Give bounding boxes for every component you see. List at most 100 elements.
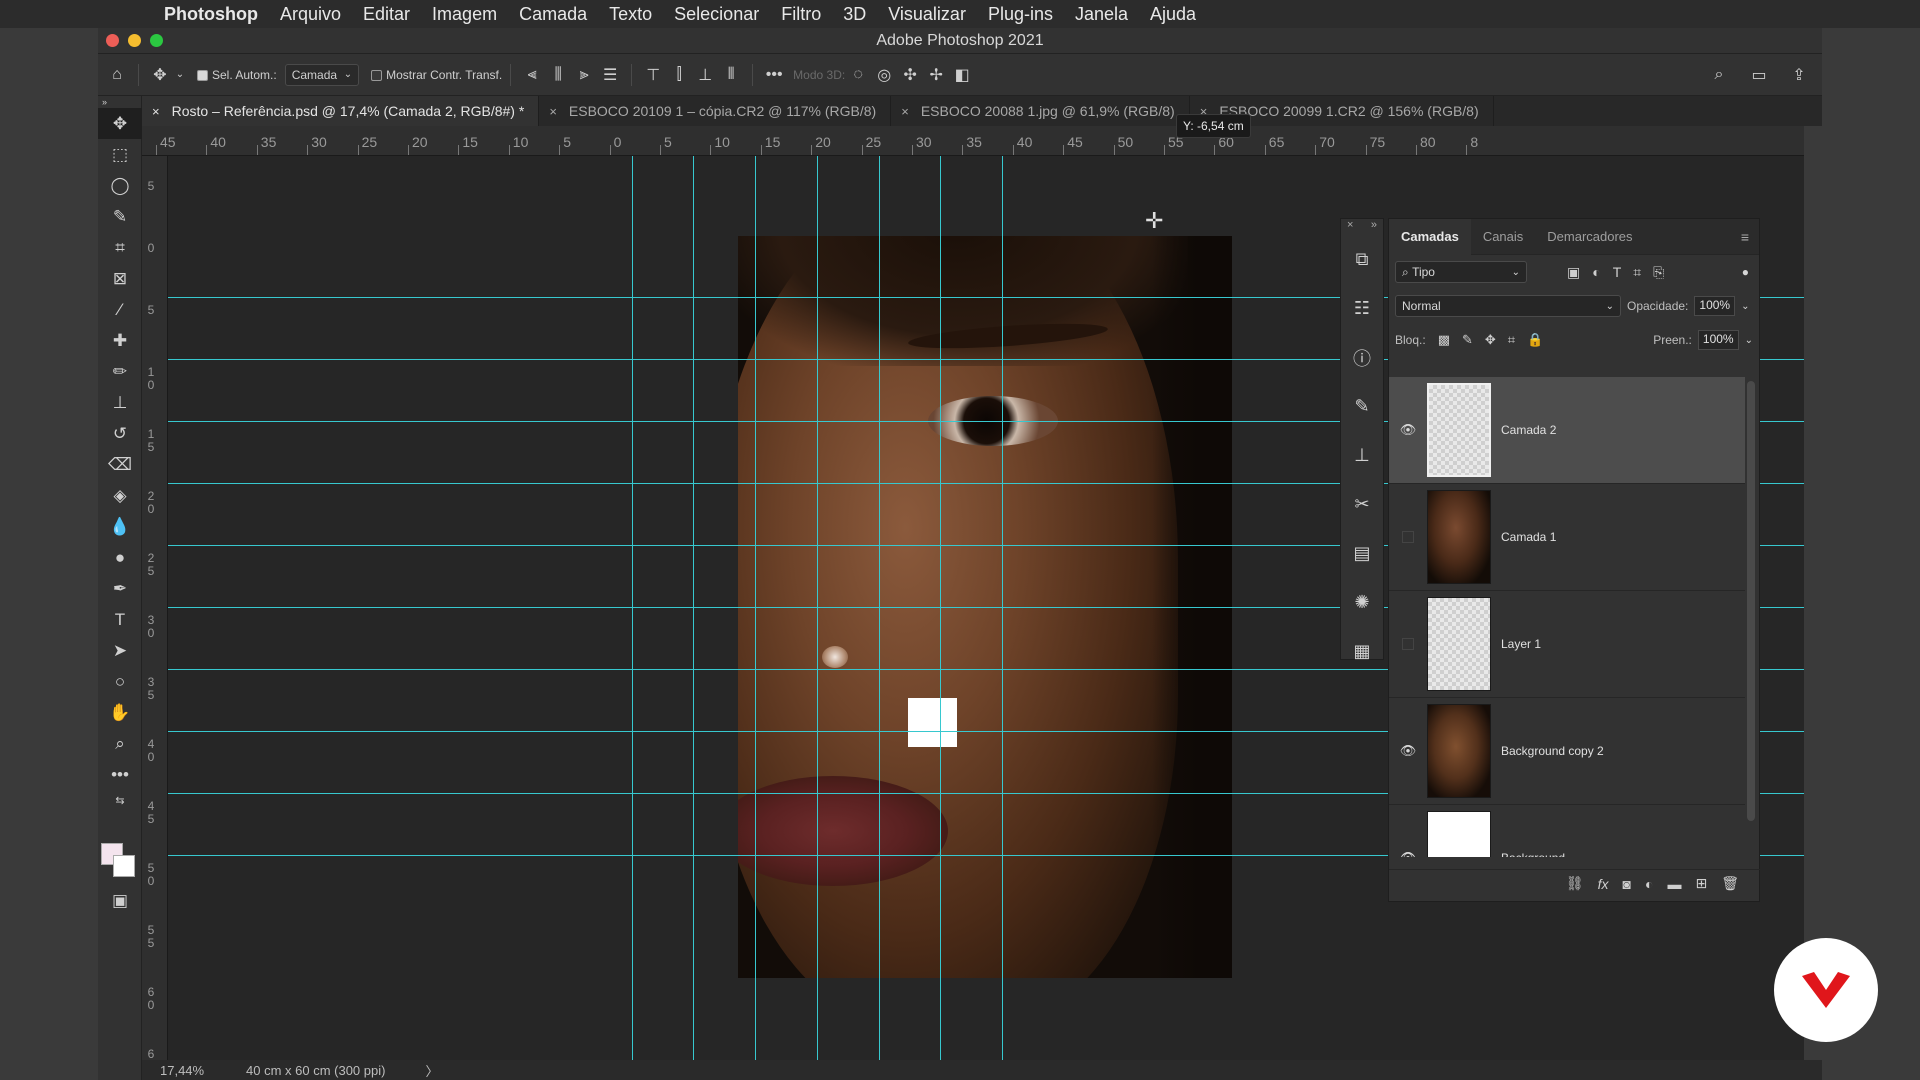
new-group-icon[interactable]: ▬	[1667, 876, 1681, 892]
opacity-input[interactable]: 100%	[1694, 296, 1736, 316]
align-bottom-icon[interactable]: ⊥	[692, 62, 718, 88]
tab-canais[interactable]: Canais	[1471, 219, 1535, 255]
menu-camada[interactable]: Camada	[519, 4, 587, 25]
more-options-icon[interactable]: •••	[761, 62, 787, 88]
auto-select-checkbox[interactable]	[197, 69, 208, 81]
filter-kind-select[interactable]: ⌕ Tipo ⌄	[1395, 261, 1527, 283]
layer-name[interactable]: Camada 1	[1501, 530, 1556, 544]
layer-name[interactable]: Camada 2	[1501, 423, 1556, 437]
horizontal-ruler[interactable]: 45 40 35 30 25 20 15 10 5 0 5 10 15 20 25 30 35 40 45 50 55 6…	[142, 126, 1804, 156]
tool-presets-icon[interactable]: ✂	[1341, 480, 1383, 529]
menu-visualizar[interactable]: Visualizar	[888, 4, 966, 25]
layer-row[interactable]: Layer 1	[1389, 591, 1745, 698]
tab-demarcadores[interactable]: Demarcadores	[1535, 219, 1644, 255]
move-tool-icon[interactable]: ✥	[98, 108, 142, 139]
layer-thumbnail[interactable]	[1427, 811, 1491, 857]
layer-row[interactable]: 👁 Camada 2	[1389, 377, 1745, 484]
screen-mode-icon[interactable]: ▣	[98, 885, 142, 916]
layer-name[interactable]: Layer 1	[1501, 637, 1541, 651]
tab-camadas[interactable]: Camadas	[1389, 218, 1471, 255]
edit-toolbar-icon[interactable]: •••	[98, 759, 142, 790]
search-icon[interactable]: ⌕	[1706, 62, 1732, 88]
show-transform-wrap[interactable]: Mostrar Contr. Transf.	[371, 68, 502, 82]
chevron-down-icon[interactable]: ⌄	[173, 62, 187, 88]
visibility-toggle[interactable]	[1389, 531, 1427, 543]
history-brush-tool-icon[interactable]: ↺	[98, 418, 142, 449]
crop-tool-icon[interactable]: ⌗	[98, 232, 142, 263]
chevron-down-icon[interactable]: ⌄	[1741, 301, 1749, 312]
lock-artboard-icon[interactable]: ⌗	[1508, 332, 1515, 348]
layer-white-square[interactable]	[908, 698, 957, 747]
fill-input[interactable]: 100%	[1697, 330, 1739, 350]
brush-tool-icon[interactable]: ✏	[98, 356, 142, 387]
ellipse-tool-icon[interactable]: ○	[98, 666, 142, 697]
home-icon[interactable]: ⌂	[104, 62, 130, 88]
layer-row[interactable]: 👁 Background copy 2	[1389, 698, 1745, 805]
history-icon[interactable]: ⧉	[1341, 235, 1383, 284]
menu-texto[interactable]: Texto	[609, 4, 652, 25]
clone-stamp-tool-icon[interactable]: ⊥	[98, 387, 142, 418]
vertical-guide[interactable]	[817, 156, 818, 1060]
eraser-tool-icon[interactable]: ⌫	[98, 449, 142, 480]
close-tab-icon[interactable]: ×	[549, 104, 557, 119]
background-color-swatch[interactable]	[113, 855, 135, 877]
lock-position-icon[interactable]: ✥	[1485, 332, 1496, 348]
show-transform-checkbox[interactable]	[371, 69, 383, 81]
lock-all-icon[interactable]: 🔒	[1527, 332, 1543, 348]
share-icon[interactable]: ⇪	[1786, 62, 1812, 88]
close-tab-icon[interactable]: ×	[901, 104, 909, 119]
auto-select-target-dropdown[interactable]: Camada ⌄	[284, 63, 360, 86]
eye-icon[interactable]: 👁	[1389, 850, 1427, 857]
vertical-ruler[interactable]: 50510152025303540455055606	[142, 156, 168, 1060]
type-tool-icon[interactable]: T	[98, 604, 142, 635]
adjustments-icon[interactable]: ☷	[1341, 284, 1383, 333]
visibility-toggle[interactable]	[1389, 638, 1427, 650]
frame-tool-icon[interactable]: ⊠	[98, 263, 142, 294]
move-tool-icon[interactable]: ✥	[147, 62, 173, 88]
properties-icon[interactable]: ✺	[1341, 578, 1383, 627]
close-panel-icon[interactable]: ×	[1347, 219, 1353, 235]
shape-filter-icon[interactable]: ⌗	[1633, 264, 1641, 281]
layer-name[interactable]: Background	[1501, 851, 1565, 857]
swap-colors-icon[interactable]: ⇆	[98, 790, 142, 810]
align-right-icon[interactable]: ⫸	[571, 62, 597, 88]
align-center-h-icon[interactable]: ⫼	[545, 62, 571, 88]
menu-imagem[interactable]: Imagem	[432, 4, 497, 25]
scrollbar-thumb[interactable]	[1747, 381, 1755, 821]
status-menu-icon[interactable]: 〉	[425, 1061, 438, 1080]
layer-style-icon[interactable]: fx	[1598, 876, 1609, 892]
layer-row[interactable]: Camada 1	[1389, 484, 1745, 591]
menu-janela[interactable]: Janela	[1075, 4, 1128, 25]
layer-name[interactable]: Background copy 2	[1501, 744, 1604, 758]
brush-settings-icon[interactable]: ✎	[1341, 382, 1383, 431]
vertical-guide[interactable]	[879, 156, 880, 1060]
workspace-icon[interactable]: ▭	[1746, 62, 1772, 88]
align-left-icon[interactable]: ⫷	[519, 62, 545, 88]
hand-tool-icon[interactable]: ✋	[98, 697, 142, 728]
auto-select-checkbox-wrap[interactable]: Sel. Autom.:	[197, 68, 277, 82]
new-layer-icon[interactable]: ⊞	[1695, 875, 1707, 892]
pixel-filter-icon[interactable]: ▣	[1567, 264, 1580, 281]
tab-rosto-referencia[interactable]: × Rosto – Referência.psd @ 17,4% (Camada …	[142, 96, 540, 126]
menu-selecionar[interactable]: Selecionar	[674, 4, 759, 25]
tab-esboco-20088[interactable]: × ESBOCO 20088 1.jpg @ 61,9% (RGB/8)	[891, 96, 1190, 126]
expand-panel-icon[interactable]: »	[1371, 219, 1377, 235]
blur-tool-icon[interactable]: 💧	[98, 511, 142, 542]
menu-plugins[interactable]: Plug-ins	[988, 4, 1053, 25]
layer-thumbnail[interactable]	[1427, 704, 1491, 798]
tab-esboco-20109[interactable]: × ESBOCO 20109 1 – cópia.CR2 @ 117% (RGB/…	[539, 96, 892, 126]
menu-arquivo[interactable]: Arquivo	[280, 4, 341, 25]
zoom-tool-icon[interactable]: ⌕	[98, 728, 142, 759]
quick-select-tool-icon[interactable]: ✎	[98, 201, 142, 232]
info-icon[interactable]: ⓘ	[1341, 333, 1383, 382]
eye-icon[interactable]: 👁	[1389, 743, 1427, 759]
vertical-guide[interactable]	[693, 156, 694, 1060]
menu-3d[interactable]: 3D	[843, 4, 866, 25]
clone-source-icon[interactable]: ⊥	[1341, 431, 1383, 480]
align-top-icon[interactable]: ⊤	[640, 62, 666, 88]
menu-ajuda[interactable]: Ajuda	[1150, 4, 1196, 25]
minimize-window-button[interactable]	[128, 34, 141, 47]
zoom-level[interactable]: 17,44%	[160, 1063, 230, 1078]
close-tab-icon[interactable]: ×	[152, 104, 160, 119]
vertical-guide[interactable]	[940, 156, 941, 1060]
